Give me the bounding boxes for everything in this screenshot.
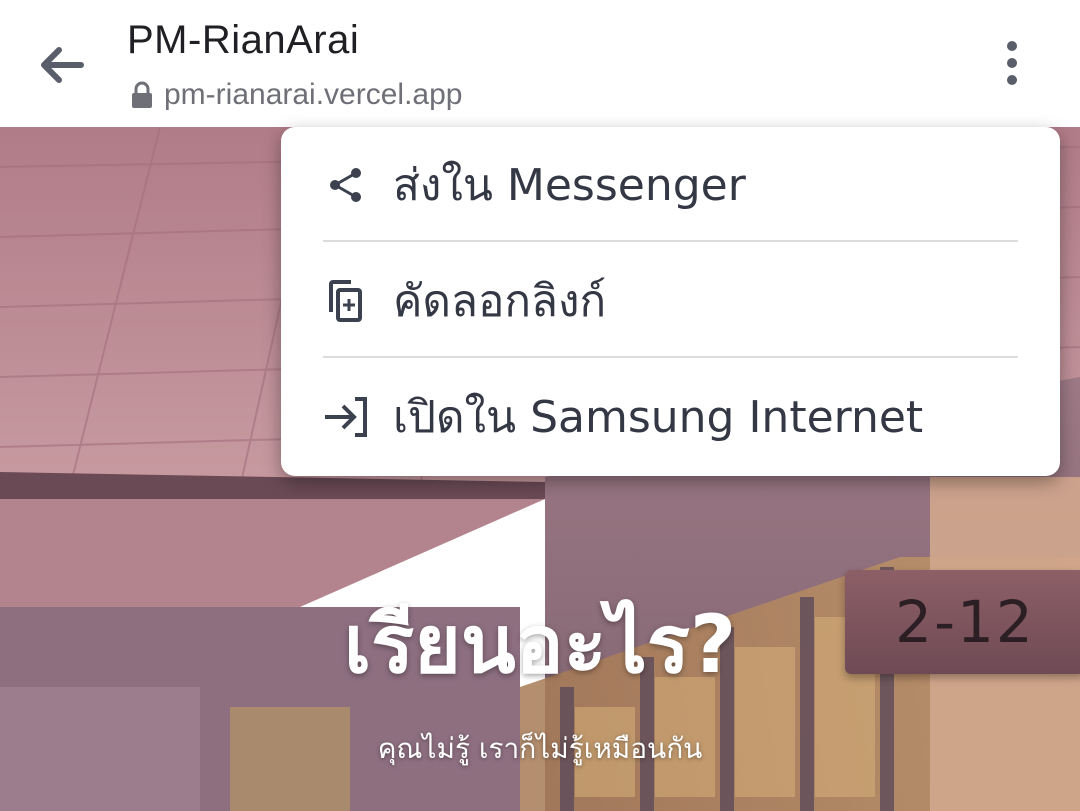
- menu-item-label: คัดลอกลิงก์: [393, 276, 607, 327]
- menu-item-open-in-samsung-internet[interactable]: เปิดใน Samsung Internet: [281, 359, 1060, 475]
- back-button[interactable]: [30, 38, 94, 96]
- menu-divider: [323, 240, 1018, 242]
- url-text: pm-rianarai.vercel.app: [164, 78, 463, 111]
- share-icon: [323, 162, 369, 208]
- menu-item-label: ส่งใน Messenger: [393, 160, 746, 211]
- menu-item-share-messenger[interactable]: ส่งใน Messenger: [281, 127, 1060, 243]
- hero-title: เรียนอะไร?: [343, 598, 737, 691]
- arrow-left-icon: [39, 47, 85, 87]
- lock-icon: [130, 81, 154, 109]
- url-display: pm-rianarai.vercel.app: [130, 78, 462, 112]
- page-title: PM-RianArai: [127, 18, 360, 62]
- open-in-browser-icon: [323, 394, 369, 440]
- menu-divider: [323, 356, 1018, 358]
- browser-top-bar: PM-RianArai pm-rianarai.vercel.app: [0, 0, 1080, 127]
- copy-link-icon: [323, 278, 369, 324]
- menu-item-copy-link[interactable]: คัดลอกลิงก์: [281, 243, 1060, 359]
- more-options-button[interactable]: [988, 36, 1036, 94]
- more-vertical-icon: [1005, 40, 1019, 90]
- hero-subtitle: คุณไม่รู้ เราก็ไม่รู้เหมือนกัน: [377, 732, 703, 765]
- browser-options-menu: ส่งใน Messenger คัดลอกลิงก์ เปิดใน Samsu…: [281, 127, 1060, 476]
- menu-item-label: เปิดใน Samsung Internet: [393, 392, 924, 443]
